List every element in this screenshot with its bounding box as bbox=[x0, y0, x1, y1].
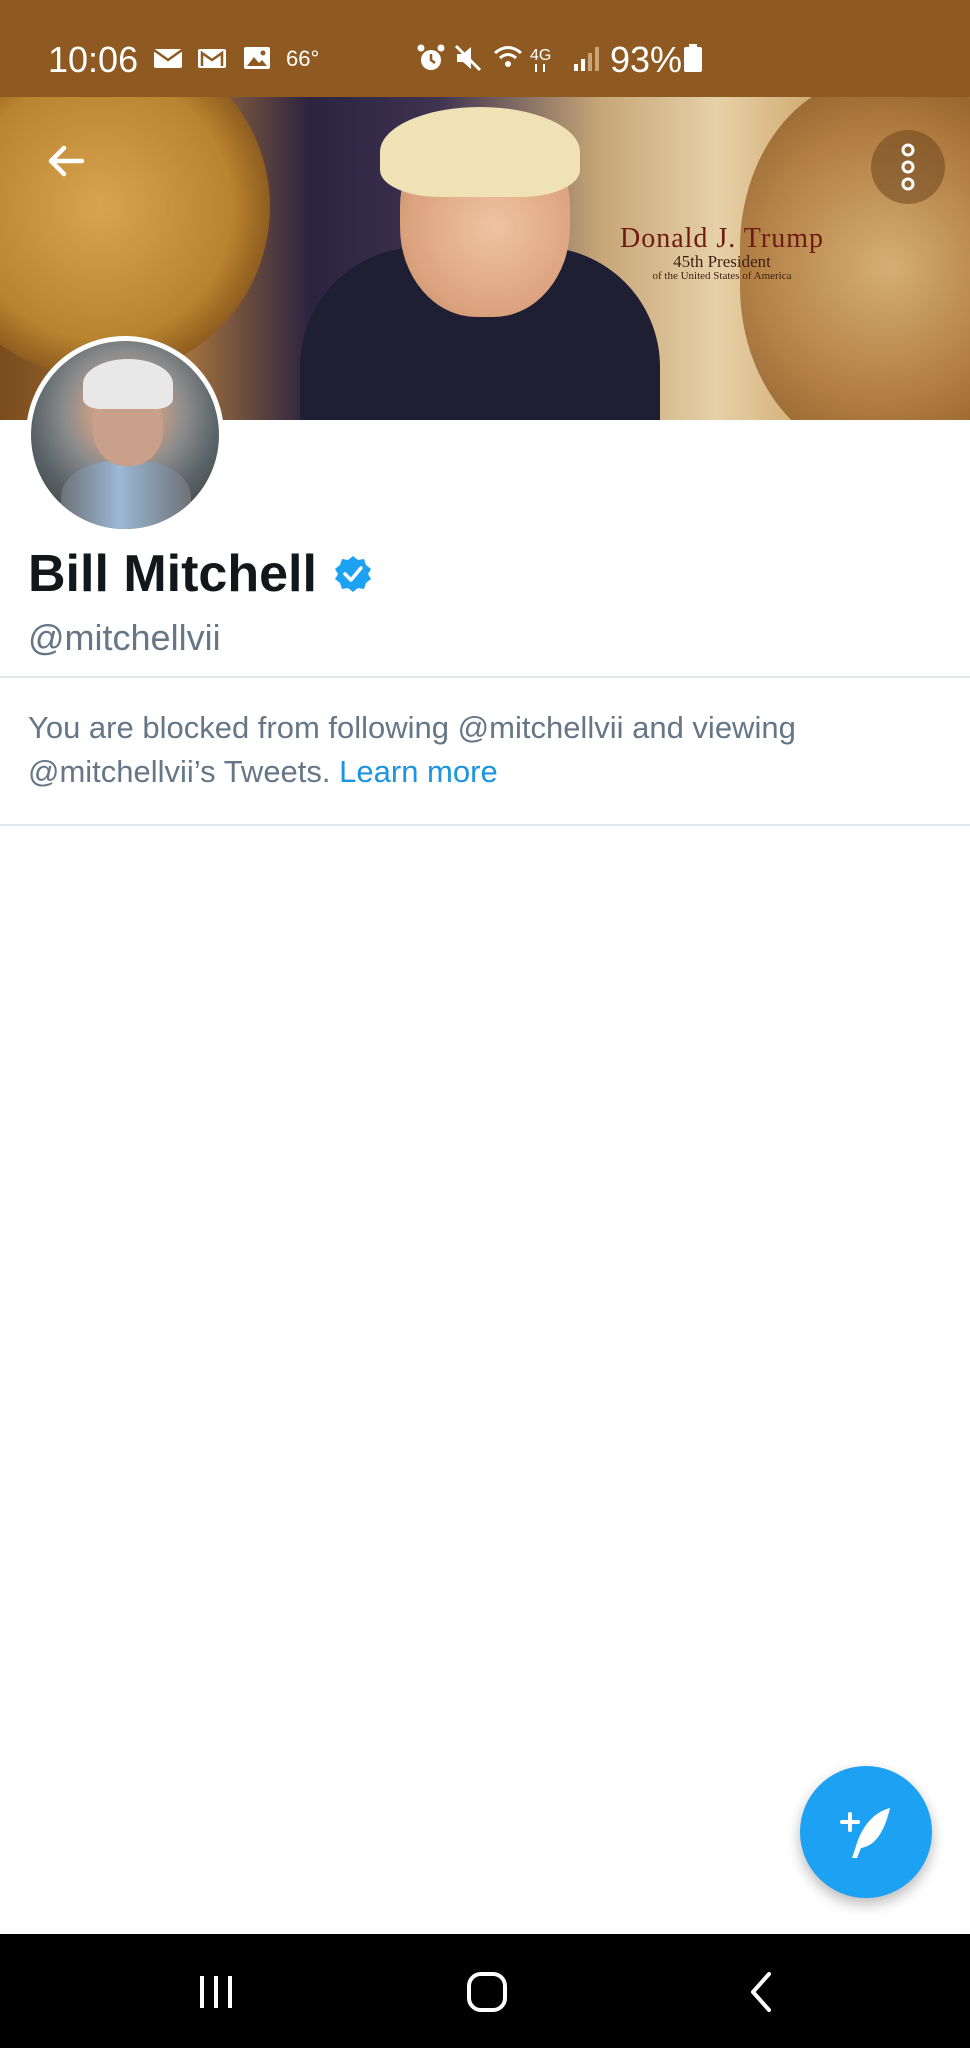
profile-handle: @mitchellvii bbox=[28, 617, 221, 658]
banner-title-line3: of the United States of America bbox=[652, 270, 792, 283]
avatar-shirt bbox=[61, 461, 191, 529]
gmail-icon bbox=[198, 49, 226, 68]
signal-icon bbox=[574, 47, 599, 71]
network-4g-icon: 4G bbox=[530, 47, 551, 72]
home-button[interactable] bbox=[457, 1966, 517, 2018]
mail-icon bbox=[153, 48, 183, 68]
blocked-notice: You are blocked from following @mitchell… bbox=[28, 706, 928, 794]
vertical-dots-icon bbox=[901, 143, 915, 191]
back-button[interactable] bbox=[38, 133, 94, 189]
status-time: 10:06 bbox=[48, 39, 139, 80]
system-back-button[interactable] bbox=[730, 1966, 790, 2018]
banner-title-line2: 45th President bbox=[673, 252, 771, 272]
recents-icon bbox=[200, 1976, 232, 2008]
battery-percent: 93% bbox=[610, 39, 683, 80]
wifi-icon bbox=[494, 46, 522, 67]
alarm-icon bbox=[417, 44, 445, 70]
display-name: Bill Mitchell bbox=[28, 540, 373, 608]
recents-button[interactable] bbox=[186, 1966, 246, 2018]
banner-title-line1: Donald J. Trump bbox=[619, 223, 825, 254]
divider-top bbox=[0, 676, 970, 678]
avatar-photo bbox=[31, 341, 219, 529]
battery-icon bbox=[684, 44, 702, 72]
display-name-text: Bill Mitchell bbox=[28, 545, 317, 603]
system-navigation-bar bbox=[0, 1934, 970, 2048]
compose-tweet-icon bbox=[840, 1808, 890, 1858]
gallery-icon bbox=[244, 47, 270, 69]
presidential-seal-graphic bbox=[0, 97, 270, 377]
learn-more-link[interactable]: Learn more bbox=[339, 754, 498, 789]
home-icon bbox=[467, 1972, 507, 2012]
verified-badge-icon bbox=[334, 556, 371, 592]
svg-text:4G: 4G bbox=[530, 47, 551, 64]
avatar-hair bbox=[83, 359, 173, 409]
status-temperature: 66° bbox=[286, 46, 320, 71]
more-options-button[interactable] bbox=[871, 130, 945, 204]
arrow-left-icon bbox=[48, 145, 85, 177]
compose-tweet-button[interactable] bbox=[800, 1766, 932, 1898]
divider-bottom bbox=[0, 824, 970, 826]
banner-person-hair bbox=[380, 107, 580, 197]
avatar[interactable] bbox=[26, 336, 224, 534]
banner-title: Donald J. Trump 45th President of the Un… bbox=[592, 224, 852, 283]
mute-icon bbox=[454, 44, 482, 72]
status-bar: 10:06 66° 4G 93% bbox=[0, 0, 970, 97]
back-icon bbox=[751, 1972, 771, 2012]
